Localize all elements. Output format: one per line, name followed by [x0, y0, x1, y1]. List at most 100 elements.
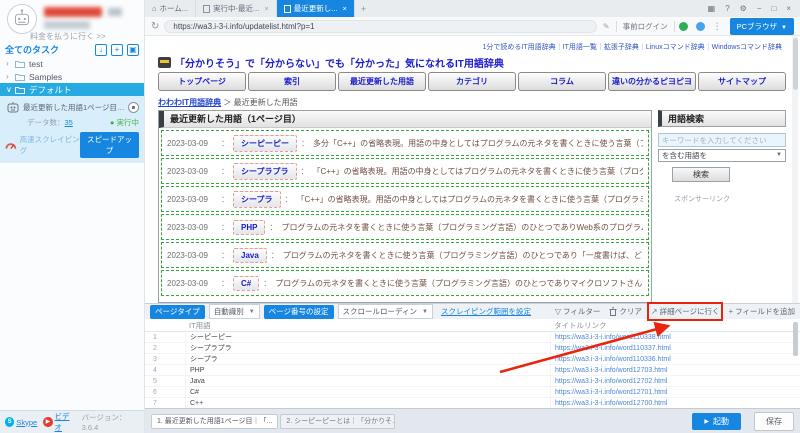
term-row[interactable]: 2023-03-09 ： PHP ： プログラムの元ネタを書くときに使う言葉（プ…: [161, 214, 649, 240]
add-field-button[interactable]: + フィールドを追加: [728, 306, 795, 317]
new-group-icon[interactable]: ▣: [127, 43, 139, 56]
help-icon[interactable]: ?: [725, 4, 729, 13]
clear-button[interactable]: クリア: [609, 306, 642, 317]
cell-term[interactable]: シープラプラ: [185, 343, 550, 354]
term-link[interactable]: C#: [233, 275, 260, 291]
chevron-down-icon[interactable]: ∨: [6, 85, 15, 94]
site-nav-button[interactable]: 索引: [248, 72, 336, 91]
search-button[interactable]: 検索: [672, 166, 730, 182]
term-row[interactable]: 2023-03-09 ： シープラ ： 「C++」の省略表現。用語の中身としては…: [161, 186, 649, 212]
close-tab-icon[interactable]: ×: [264, 4, 268, 13]
cell-link[interactable]: https://wa3.i-3-i.info/word12701.html: [550, 387, 800, 398]
prelogin-button[interactable]: 事前ログイン: [615, 20, 675, 32]
site-nav-button[interactable]: コラム: [518, 72, 606, 91]
fast-scraping-label[interactable]: 高速スクレイピング: [20, 134, 80, 156]
data-row[interactable]: 5 Java https://wa3.i-3-i.info/word12702.…: [145, 376, 800, 387]
page-scrollbar[interactable]: [792, 36, 798, 303]
site-header-link[interactable]: Linuxコマンド辞典: [639, 44, 705, 51]
folder-item-test[interactable]: › test: [0, 57, 144, 70]
data-row[interactable]: 6 C# https://wa3.i-3-i.info/word12701.ht…: [145, 387, 800, 398]
term-link[interactable]: シープラ: [233, 190, 281, 208]
data-row[interactable]: 2 シープラプラ https://wa3.i-3-i.info/word1103…: [145, 343, 800, 354]
scrollbar-thumb[interactable]: [792, 38, 798, 90]
edit-icon[interactable]: ✎: [603, 22, 610, 31]
folder-item-default[interactable]: ∨ デフォルト: [0, 83, 144, 96]
folder-item-samples[interactable]: › Samples: [0, 70, 144, 83]
cell-term[interactable]: シーピーピー: [185, 332, 550, 343]
stop-task-icon[interactable]: [128, 101, 139, 113]
go-to-detail-page-button[interactable]: ↗ 詳細ページに行く: [646, 302, 724, 321]
term-row[interactable]: 2023-03-09 ： シープラプラ ： 「C++」の省略表現。用語の中身とし…: [161, 158, 649, 184]
term-row[interactable]: 2023-03-09 ： C# ： プログラムの元ネタを書くときに使う言葉（プロ…: [161, 270, 649, 296]
tab-recently-updated[interactable]: 最近更新し... ×: [276, 0, 355, 17]
page-type-dropdown[interactable]: 自動識別 ▼: [208, 304, 260, 319]
breadcrumb-home-link[interactable]: わわわIT用語辞典: [158, 98, 221, 107]
browser-mode-button[interactable]: PCブラウザ ▼: [729, 17, 794, 35]
site-header-link[interactable]: 拡張子辞典: [597, 44, 639, 51]
chevron-right-icon[interactable]: ›: [6, 59, 15, 68]
chevron-right-icon[interactable]: ›: [6, 72, 15, 81]
term-row[interactable]: 2023-03-09 ： Java ： プログラムの元ネタを書くときに使う言葉（…: [161, 242, 649, 268]
site-nav-button[interactable]: トップページ: [158, 72, 246, 91]
site-nav-button[interactable]: 違いの分かるピヨピヨ: [608, 72, 696, 91]
site-nav-button[interactable]: サイトマップ: [698, 72, 786, 91]
data-row[interactable]: 3 シープラ https://wa3.i-3-i.info/word110336…: [145, 354, 800, 365]
page-number-dropdown[interactable]: スクロールローディン ▼: [337, 304, 433, 319]
data-row[interactable]: 4 PHP https://wa3.i-3-i.info/word12703.h…: [145, 365, 800, 376]
column-link[interactable]: タイトルリンク: [550, 320, 800, 331]
more-menu-icon[interactable]: ⋮: [713, 21, 722, 32]
site-header-link[interactable]: 1分で読めるIT用語辞典: [483, 44, 556, 51]
site-title[interactable]: 「分かりそう」で「分からない」でも「分かった」気になれるIT用語辞典: [158, 55, 504, 70]
panel-scrollbar-thumb[interactable]: [793, 322, 798, 356]
site-nav-button[interactable]: 最近更新した用語: [338, 72, 426, 91]
cell-term[interactable]: C#: [185, 387, 550, 398]
minimize-icon[interactable]: −: [757, 4, 762, 13]
cell-term[interactable]: シープラ: [185, 354, 550, 365]
maximize-icon[interactable]: □: [771, 4, 776, 13]
user-avatar[interactable]: [7, 4, 37, 34]
term-link[interactable]: Java: [233, 247, 267, 263]
cell-term[interactable]: Java: [185, 376, 550, 387]
video-link[interactable]: ビデオ: [55, 411, 76, 433]
speed-up-button[interactable]: スピードアップ: [80, 132, 139, 158]
set-scraping-range-link[interactable]: スクレイピング範囲を設定: [441, 306, 531, 317]
run-button[interactable]: ▶ 起動: [692, 412, 741, 430]
video-icon[interactable]: ▶: [43, 417, 53, 427]
extension-blue-icon[interactable]: [695, 21, 705, 31]
apps-grid-icon[interactable]: ▦: [708, 4, 716, 13]
data-row[interactable]: 1 シーピーピー https://wa3.i-3-i.info/word1103…: [145, 332, 800, 343]
workflow-tab-2[interactable]: 2. シーピーピーとは｜「分かりそ... ×: [280, 413, 396, 429]
url-input[interactable]: [164, 19, 597, 33]
pay-link[interactable]: 料金を払うに行く >>: [30, 31, 106, 42]
cell-link[interactable]: https://wa3.i-3-i.info/word110337.html: [550, 343, 800, 354]
cell-term[interactable]: PHP: [185, 365, 550, 376]
tab-running-recent[interactable]: 実行中-最近... ×: [196, 0, 277, 17]
close-tab-icon[interactable]: ×: [342, 4, 346, 13]
window-close-icon[interactable]: ×: [786, 4, 791, 13]
new-task-icon[interactable]: +: [111, 43, 123, 56]
term-link[interactable]: シープラプラ: [233, 162, 297, 180]
column-term[interactable]: IT用語: [185, 320, 550, 331]
extension-green-icon[interactable]: [678, 21, 688, 31]
skype-link[interactable]: Skype: [16, 418, 37, 427]
cell-link[interactable]: https://wa3.i-3-i.info/word12702.html: [550, 376, 800, 387]
term-link[interactable]: シーピーピー: [233, 134, 297, 152]
task-item[interactable]: 最近更新した用語1ページ目｜「分かりそう... データ数： 35 ● 実行中 高…: [0, 96, 144, 163]
filter-button[interactable]: ▽ フィルター: [555, 306, 601, 317]
workflow-tab-1[interactable]: 1. 最近更新した用語1ページ目｜「...: [151, 413, 279, 429]
all-tasks-label[interactable]: 全てのタスク: [5, 43, 91, 56]
cell-link[interactable]: https://wa3.i-3-i.info/word110336.html: [550, 354, 800, 365]
term-row[interactable]: 2023-03-09 ： シーピーピー ： 多分「C++」の省略表現。用語の中身…: [161, 130, 649, 156]
term-link[interactable]: PHP: [233, 219, 266, 235]
import-task-icon[interactable]: ↓: [95, 43, 107, 56]
cell-link[interactable]: https://wa3.i-3-i.info/word110338.html: [550, 332, 800, 343]
save-button[interactable]: 保存: [754, 411, 794, 431]
task-name[interactable]: 最近更新した用語1ページ目｜「分かりそう...: [23, 102, 126, 113]
keyword-input[interactable]: [658, 133, 786, 147]
search-type-select[interactable]: を含む用語を ▼: [658, 148, 786, 162]
skype-icon[interactable]: S: [5, 417, 15, 427]
data-count-value[interactable]: 35: [65, 118, 73, 127]
gear-icon[interactable]: ⚙: [740, 4, 747, 13]
site-header-link[interactable]: Windowsコマンド辞典: [705, 44, 782, 51]
site-nav-button[interactable]: カテゴリ: [428, 72, 516, 91]
